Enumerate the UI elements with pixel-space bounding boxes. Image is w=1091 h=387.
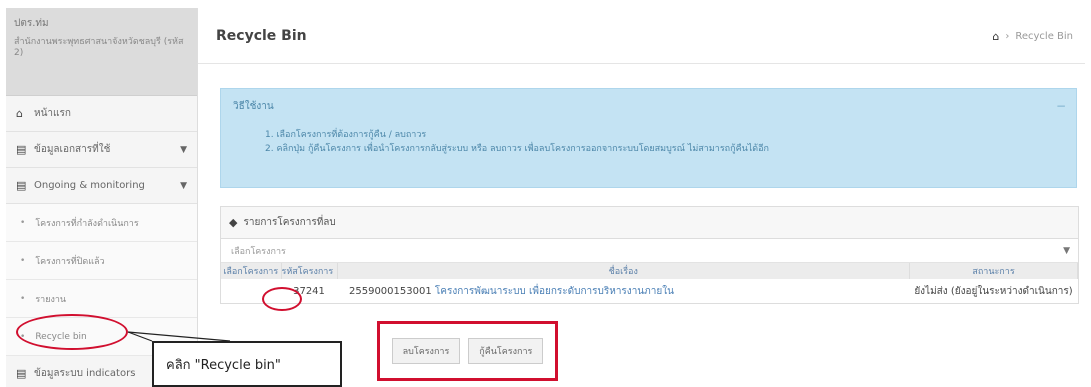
breadcrumb: ⌂ › Recycle Bin	[992, 30, 1073, 43]
bullet-icon: •	[20, 293, 26, 304]
sidebar-item-label: หน้าแรก	[34, 108, 71, 119]
info-line: 1. เลือกโครงการที่ต้องการกู้คืน / ลบถาวร	[265, 130, 427, 140]
page-title: Recycle Bin	[216, 27, 307, 44]
sidebar-subitem-closed[interactable]: • โครงการที่ปิดแล้ว	[6, 242, 197, 280]
sidebar-item-ongoing[interactable]: ▤ Ongoing & monitoring ▼	[6, 168, 197, 204]
column-header-code: รหัสโครงการ	[281, 263, 338, 279]
row-status: ยังไม่ส่ง (ยังอยู่ในระหว่างดำเนินการ)	[914, 285, 1073, 297]
table-row: 37241 2559000153001 โครงการพัฒนาระบบ เพื…	[221, 279, 1078, 303]
sidebar-subitem-reports[interactable]: • รายงาน	[6, 280, 197, 318]
list-icon: ▤	[16, 367, 27, 380]
org-info: ปตร.ท่ม สำนักงานพระพุทธศาสนาจังหวัดชลบุร…	[6, 8, 197, 96]
chevron-down-icon: ▼	[180, 144, 187, 155]
close-icon[interactable]: −	[1056, 99, 1066, 113]
sidebar-subitem-label: โครงการที่กำลังดำเนินการ	[35, 218, 139, 229]
callout-text: คลิก "Recycle bin"	[166, 357, 281, 373]
checkbox-highlight-circle	[262, 287, 302, 311]
sidebar-item-label: ข้อมูลเอกสารที่ใช้	[34, 144, 111, 155]
breadcrumb-current: Recycle Bin	[1015, 31, 1073, 42]
home-icon[interactable]: ⌂	[992, 30, 999, 43]
tag-icon: ◆	[229, 216, 238, 229]
panel-title: รายการโครงการที่ลบ	[243, 217, 336, 228]
sidebar-item-home[interactable]: ⌂ หน้าแรก	[6, 96, 197, 132]
column-header-select: เลือกโครงการ	[221, 263, 282, 279]
breadcrumb-separator-icon: ›	[1005, 31, 1010, 42]
column-header-status: สถานะการ	[909, 263, 1078, 279]
column-header-name: ชื่อเรื่อง	[337, 263, 910, 279]
chevron-down-icon: ▼	[180, 180, 187, 191]
sidebar-item-label: ข้อมูลระบบ indicators	[34, 368, 136, 379]
panel-header: ◆ รายการโครงการที่ลบ	[221, 207, 1078, 239]
home-icon: ⌂	[16, 107, 23, 120]
row-code: 2559000153001	[349, 285, 432, 297]
info-alert: วิธีใช้งาน 1. เลือกโครงการที่ต้องการกู้ค…	[220, 88, 1077, 188]
bullet-icon: •	[20, 217, 26, 228]
main-content: Recycle Bin ⌂ › Recycle Bin วิธีใช้งาน 1…	[198, 8, 1085, 387]
deleted-projects-panel: ◆ รายการโครงการที่ลบ เลือกโครงการ ▼ เลือ…	[220, 206, 1079, 304]
project-filter-select[interactable]: เลือกโครงการ ▼	[221, 239, 1078, 263]
chevron-down-icon: ▼	[1063, 245, 1070, 256]
info-title: วิธีใช้งาน	[233, 101, 274, 112]
recycle-bin-highlight-circle	[16, 314, 128, 350]
sidebar-subitem-in-progress[interactable]: • โครงการที่กำลังดำเนินการ	[6, 204, 197, 242]
row-title-cell: 2559000153001 โครงการพัฒนาระบบ เพื่อยกระ…	[337, 279, 910, 303]
table-header-row: เลือกโครงการ รหัสโครงการ ชื่อเรื่อง สถาน…	[221, 263, 1078, 279]
action-buttons-highlight: ลบโครงการ กู้คืนโครงการ	[377, 321, 558, 381]
org-desc: สำนักงานพระพุทธศาสนาจังหวัดชลบุรี (รหัส …	[14, 37, 184, 58]
sidebar-item-documents[interactable]: ▤ ข้อมูลเอกสารที่ใช้ ▼	[6, 132, 197, 168]
restore-project-button[interactable]: กู้คืนโครงการ	[468, 338, 544, 364]
org-label: ปตร.ท่ม	[14, 18, 49, 29]
sidebar-item-label: Ongoing & monitoring	[34, 180, 145, 191]
sidebar-subitem-label: โครงการที่ปิดแล้ว	[35, 256, 105, 267]
bullet-icon: •	[20, 255, 26, 266]
list-icon: ▤	[16, 143, 27, 156]
info-line: 2. คลิกปุ่ม กู้คืนโครงการ เพื่อนำโครงการ…	[265, 144, 769, 154]
filter-placeholder: เลือกโครงการ	[231, 246, 286, 257]
list-icon: ▤	[16, 179, 27, 192]
callout-box: คลิก "Recycle bin"	[152, 341, 342, 387]
page-header: Recycle Bin ⌂ › Recycle Bin	[198, 8, 1085, 64]
projects-table: เลือกโครงการ รหัสโครงการ ชื่อเรื่อง สถาน…	[221, 263, 1078, 303]
delete-project-button[interactable]: ลบโครงการ	[391, 338, 461, 364]
row-name-link[interactable]: โครงการพัฒนาระบบ เพื่อยกระดับการบริหารงา…	[435, 286, 674, 297]
sidebar-subitem-label: รายงาน	[35, 294, 67, 305]
